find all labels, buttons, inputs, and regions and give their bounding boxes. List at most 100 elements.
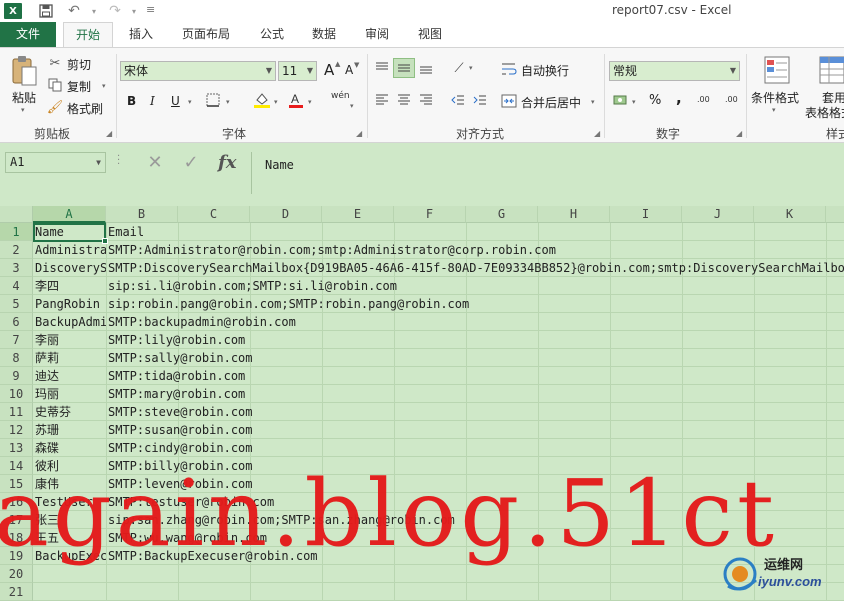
accounting-dropdown-icon[interactable]: ▾ (632, 98, 636, 106)
cell-email[interactable]: SMTP:testuser@robin.com (106, 493, 844, 511)
row-header[interactable]: 13 (0, 439, 33, 457)
shrink-font-button[interactable]: A (345, 63, 353, 77)
increase-decimal-button[interactable]: .00 (697, 95, 710, 104)
redo-dropdown-icon[interactable]: ▾ (132, 7, 136, 16)
cell-email[interactable]: Email (106, 223, 844, 241)
column-header-g[interactable]: G (466, 206, 538, 223)
save-icon[interactable] (38, 3, 54, 19)
cell-name[interactable]: 康伟 (33, 475, 106, 493)
cell-name[interactable]: 史蒂芬 (33, 403, 106, 421)
align-left-icon[interactable] (373, 92, 391, 108)
worksheet-grid[interactable]: A B C D E F G H I J K 1 Name Email 2 Adminis… (0, 206, 844, 601)
copy-dropdown-icon[interactable]: ▾ (102, 82, 106, 90)
conditional-formatting-icon[interactable] (762, 54, 792, 86)
cell-name[interactable]: TestUser (33, 493, 106, 511)
undo-dropdown-icon[interactable]: ▾ (92, 7, 96, 16)
align-bottom-icon[interactable] (417, 59, 435, 77)
row-header[interactable]: 6 (0, 313, 33, 331)
number-format-select[interactable]: 常规 ▼ (609, 61, 740, 81)
cell-name[interactable]: 苏珊 (33, 421, 106, 439)
phonetic-dropdown-icon[interactable]: ▾ (350, 102, 354, 110)
cell-name[interactable]: 李四 (33, 277, 106, 295)
conditional-dropdown-icon[interactable]: ▾ (772, 106, 776, 114)
underline-button[interactable]: U (171, 94, 180, 108)
column-header-e[interactable]: E (322, 206, 394, 223)
merge-dropdown-icon[interactable]: ▾ (591, 98, 595, 106)
column-header-j[interactable]: J (682, 206, 754, 223)
row-header[interactable]: 20 (0, 565, 33, 583)
column-header-i[interactable]: I (610, 206, 682, 223)
row-header[interactable]: 3 (0, 259, 33, 277)
row-header[interactable]: 9 (0, 367, 33, 385)
comma-style-button[interactable]: , (676, 89, 682, 107)
percent-style-button[interactable]: % (649, 93, 661, 108)
cell-email[interactable]: SMTP:mary@robin.com (106, 385, 844, 403)
border-icon[interactable] (204, 92, 222, 108)
cancel-icon[interactable]: ✕ (144, 152, 166, 174)
row-header[interactable]: 19 (0, 547, 33, 565)
font-name-select[interactable]: 宋体 ▼ (120, 61, 276, 81)
format-painter-icon[interactable]: 🖌 (47, 100, 64, 115)
paste-dropdown-icon[interactable]: ▾ (21, 106, 25, 114)
fill-color-icon[interactable] (252, 91, 272, 109)
cell-name[interactable]: 玛丽 (33, 385, 106, 403)
column-header-c[interactable]: C (178, 206, 250, 223)
cell-email[interactable]: SMTP:steve@robin.com (106, 403, 844, 421)
merge-center-icon[interactable] (500, 93, 518, 109)
alignment-launcher-icon[interactable]: ◢ (594, 129, 600, 138)
redo-icon[interactable]: ↷ (107, 3, 123, 19)
wrap-text-icon[interactable] (500, 61, 518, 77)
cell-email[interactable]: SMTP:DiscoverySearchMailbox{D919BA05-46A… (106, 259, 844, 277)
number-launcher-icon[interactable]: ◢ (736, 129, 742, 138)
format-as-table-icon[interactable] (818, 54, 844, 86)
customize-quick-access-icon[interactable]: ≡ (146, 3, 155, 16)
cell-name[interactable]: Administrator (33, 241, 106, 259)
cell-name[interactable]: BackupExecuser (33, 547, 106, 565)
cell-name[interactable]: DiscoverySearchMailbox (33, 259, 106, 277)
font-size-select[interactable]: 11 ▼ (278, 61, 317, 81)
column-header-f[interactable]: F (394, 206, 466, 223)
align-center-icon[interactable] (395, 92, 413, 108)
cell-email[interactable]: SMTP:Administrator@robin.com;smtp:Admini… (106, 241, 844, 259)
cell-name[interactable]: PangRobin (33, 295, 106, 313)
border-dropdown-icon[interactable]: ▾ (226, 98, 230, 106)
row-header[interactable]: 21 (0, 583, 33, 601)
select-all-corner[interactable] (0, 206, 33, 223)
column-header-b[interactable]: B (106, 206, 178, 223)
row-header[interactable]: 14 (0, 457, 33, 475)
font-launcher-icon[interactable]: ◢ (356, 129, 362, 138)
decrease-indent-icon[interactable] (449, 92, 467, 108)
tab-formulas[interactable]: 公式 (252, 22, 292, 47)
cut-icon[interactable]: ✂ (47, 56, 63, 71)
cell-name[interactable]: 森碟 (33, 439, 106, 457)
cell-name[interactable]: 萨莉 (33, 349, 106, 367)
row-header[interactable]: 4 (0, 277, 33, 295)
cell-email[interactable]: SMTP:backupadmin@robin.com (106, 313, 844, 331)
wrap-text-button[interactable]: 自动换行 (521, 62, 569, 79)
column-header-k[interactable]: K (754, 206, 826, 223)
row-header[interactable]: 5 (0, 295, 33, 313)
column-header-a[interactable]: A (33, 206, 106, 223)
row-header[interactable]: 10 (0, 385, 33, 403)
row-header[interactable]: 7 (0, 331, 33, 349)
tab-view[interactable]: 视图 (410, 22, 450, 47)
cell-name[interactable]: 李丽 (33, 331, 106, 349)
row-header[interactable]: 11 (0, 403, 33, 421)
cell-email[interactable]: SMTP:lily@robin.com (106, 331, 844, 349)
align-right-icon[interactable] (417, 92, 435, 108)
clipboard-launcher-icon[interactable]: ◢ (106, 129, 112, 138)
tab-insert[interactable]: 插入 (121, 22, 161, 47)
row-header[interactable]: 8 (0, 349, 33, 367)
row-header[interactable]: 16 (0, 493, 33, 511)
underline-dropdown-icon[interactable]: ▾ (188, 98, 192, 106)
tab-data[interactable]: 数据 (304, 22, 344, 47)
cell-email[interactable]: sip:robin.pang@robin.com;SMTP:robin.pang… (106, 295, 844, 313)
column-header-d[interactable]: D (250, 206, 322, 223)
format-as-table-label-2[interactable]: 表格格式 (805, 104, 844, 121)
orientation-icon[interactable]: ⟋ (449, 59, 469, 77)
row-header[interactable]: 2 (0, 241, 33, 259)
accounting-format-icon[interactable] (612, 92, 630, 108)
orientation-dropdown-icon[interactable]: ▾ (469, 64, 473, 72)
font-color-icon[interactable]: A (287, 91, 305, 109)
row-header[interactable]: 18 (0, 529, 33, 547)
